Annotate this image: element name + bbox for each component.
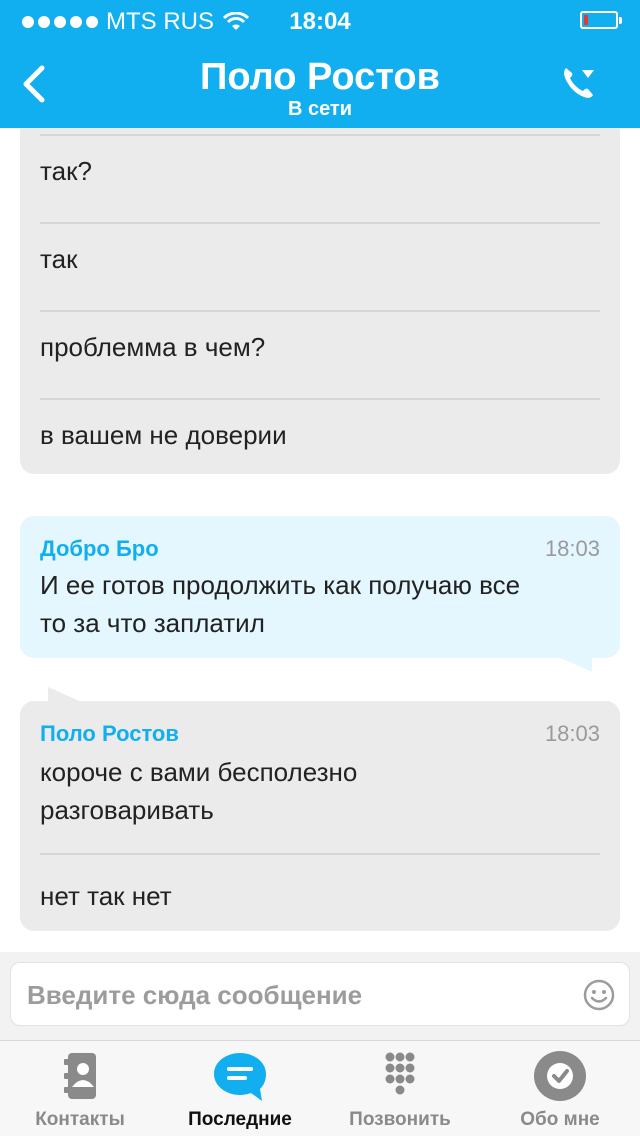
chat-history[interactable]: так? так проблемма в чем? в вашем не дов… [0,128,640,952]
message-divider [40,398,600,400]
message-input-container [10,962,630,1026]
emoji-icon[interactable] [583,979,615,1011]
message-header: Добро Бро 18:03 [40,536,600,562]
message-text: в вашем не доверии [40,420,287,450]
battery-icon [580,11,622,29]
message-text: нет так нет [40,881,172,911]
header: MTS RUS 18:04 Поло Ростов В сети [0,0,640,128]
message-text: И ее готов продолжить как получаю все [40,570,521,600]
message-text: разговаривать [40,795,214,825]
message-text: проблемма в чем? [40,332,266,362]
tab-profile[interactable]: Обо мне [480,1041,640,1136]
tab-label: Контакты [35,1109,125,1130]
chat-bubble-icon [214,1053,266,1101]
message-text: так [40,244,78,274]
message-input[interactable] [27,975,567,1015]
contact-name-title: Поло Ростов [200,56,440,98]
message-divider [40,853,600,855]
message-input-bar [0,952,640,1040]
contact-status: В сети [287,98,353,120]
message-bubble-incoming-group: так? так проблемма в чем? в вашем не дов… [20,128,620,474]
message-text: так? [40,156,92,186]
message-bubble-incoming: Поло Ростов 18:03 короче с вами бесполез… [20,687,620,931]
message-bubble-outgoing: Добро Бро 18:03 И ее готов продолжить ка… [20,516,620,672]
tab-contacts[interactable]: Контакты [0,1041,160,1136]
dialpad-icon [385,1052,415,1095]
tab-label: Позвонить [349,1109,451,1130]
call-icon[interactable] [558,62,598,102]
status-time: 18:04 [289,8,351,35]
message-time: 18:03 [544,721,600,746]
tab-call[interactable]: Позвонить [320,1041,480,1136]
message-divider [40,222,600,224]
sender-name: Поло Ростов [40,721,179,746]
message-header: Поло Ростов 18:03 [40,721,600,747]
contacts-icon [64,1053,96,1099]
tab-bar: Контакты Последние Позвонить Обо мне [0,1040,640,1136]
status-bar: MTS RUS 18:04 [0,0,640,40]
message-time: 18:03 [544,536,600,561]
sender-name: Добро Бро [40,536,159,561]
profile-check-icon [534,1051,586,1101]
message-text: короче с вами бесполезно [40,757,358,787]
tab-recent[interactable]: Последние [160,1041,320,1136]
message-text: то за что заплатил [40,608,265,638]
message-divider [40,310,600,312]
tab-label: Последние [188,1109,292,1130]
message-divider [40,134,600,136]
tab-label: Обо мне [520,1109,600,1130]
